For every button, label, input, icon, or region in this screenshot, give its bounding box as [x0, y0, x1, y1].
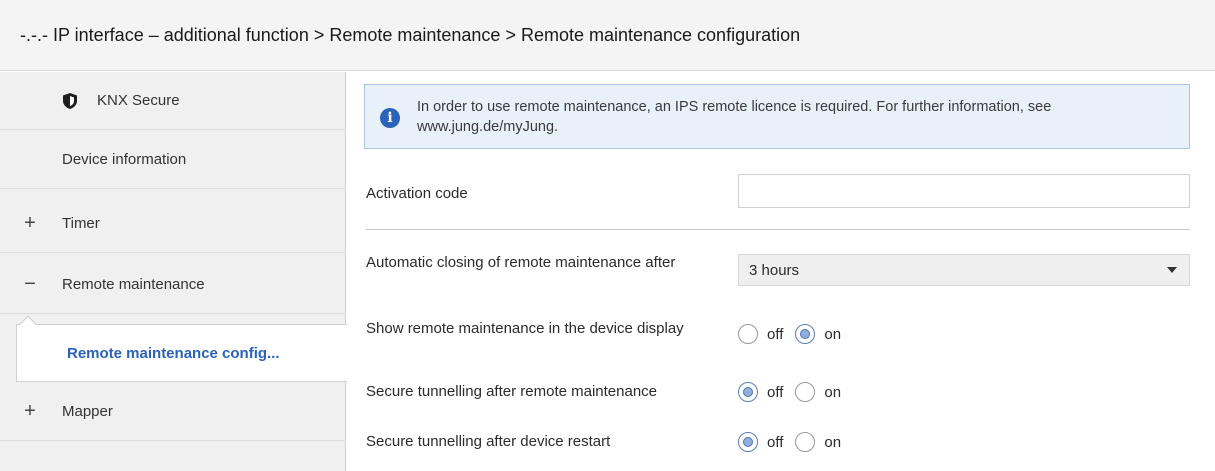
sidebar-item-label: Timer	[62, 215, 100, 232]
sidebar-item-label: KNX Secure	[97, 92, 180, 109]
sidebar-item-remote-maintenance[interactable]: − Remote maintenance	[0, 256, 346, 314]
radio-label-on: on	[824, 433, 842, 451]
sidebar-item-device-information[interactable]: Device information	[0, 131, 346, 189]
radio-label-on: on	[824, 325, 842, 343]
secure-after-maintenance-radio-group: off on	[738, 382, 853, 402]
divider	[366, 229, 1190, 230]
breadcrumb-title: -.-.- IP interface – additional function…	[0, 0, 1215, 71]
sidebar-item-mapper[interactable]: + Mapper	[0, 383, 346, 441]
chevron-down-icon	[1167, 267, 1177, 273]
expand-icon[interactable]: +	[22, 212, 38, 235]
sidebar: KNX Secure Device information + Timer − …	[0, 72, 347, 471]
radio-label-on: on	[824, 383, 842, 401]
show-in-display-label: Show remote maintenance in the device di…	[366, 320, 684, 337]
sidebar-item-knx-secure[interactable]: KNX Secure	[0, 72, 346, 130]
secure-after-restart-off-radio[interactable]	[738, 432, 758, 452]
secure-after-maintenance-label: Secure tunnelling after remote maintenan…	[366, 383, 658, 400]
info-text: In order to use remote maintenance, an I…	[417, 99, 1052, 135]
secure-after-restart-radio-group: off on	[738, 432, 853, 452]
secure-after-restart-on-radio[interactable]	[795, 432, 816, 452]
radio-label-off: off	[767, 433, 784, 451]
sidebar-item-remote-maintenance-config[interactable]: Remote maintenance config...	[16, 324, 347, 382]
sidebar-item-timer[interactable]: + Timer	[0, 195, 346, 253]
radio-label-off: off	[767, 383, 784, 401]
activation-code-input[interactable]	[738, 174, 1190, 208]
sidebar-item-label: Remote maintenance config...	[67, 344, 280, 362]
secure-after-maintenance-off-radio[interactable]	[738, 382, 758, 402]
auto-close-value: 3 hours	[749, 262, 800, 279]
sidebar-item-label: Device information	[62, 151, 187, 168]
info-banner: i In order to use remote maintenance, an…	[364, 84, 1190, 149]
info-icon: i	[380, 108, 400, 128]
shield-icon	[62, 92, 78, 114]
collapse-icon[interactable]: −	[22, 273, 38, 296]
auto-close-label: Automatic closing of remote maintenance …	[366, 254, 676, 271]
secure-after-restart-label: Secure tunnelling after device restart	[366, 433, 611, 450]
show-in-display-radio-group: off on	[738, 324, 853, 344]
radio-label-off: off	[767, 325, 784, 343]
show-in-display-on-radio[interactable]	[795, 324, 816, 344]
sidebar-item-label: Remote maintenance	[62, 276, 205, 293]
sidebar-item-label: Mapper	[62, 403, 113, 420]
show-in-display-off-radio[interactable]	[738, 324, 758, 344]
auto-close-select[interactable]: 3 hours	[738, 254, 1190, 286]
expand-icon[interactable]: +	[22, 400, 38, 423]
activation-code-label: Activation code	[366, 185, 468, 202]
secure-after-maintenance-on-radio[interactable]	[795, 382, 816, 402]
